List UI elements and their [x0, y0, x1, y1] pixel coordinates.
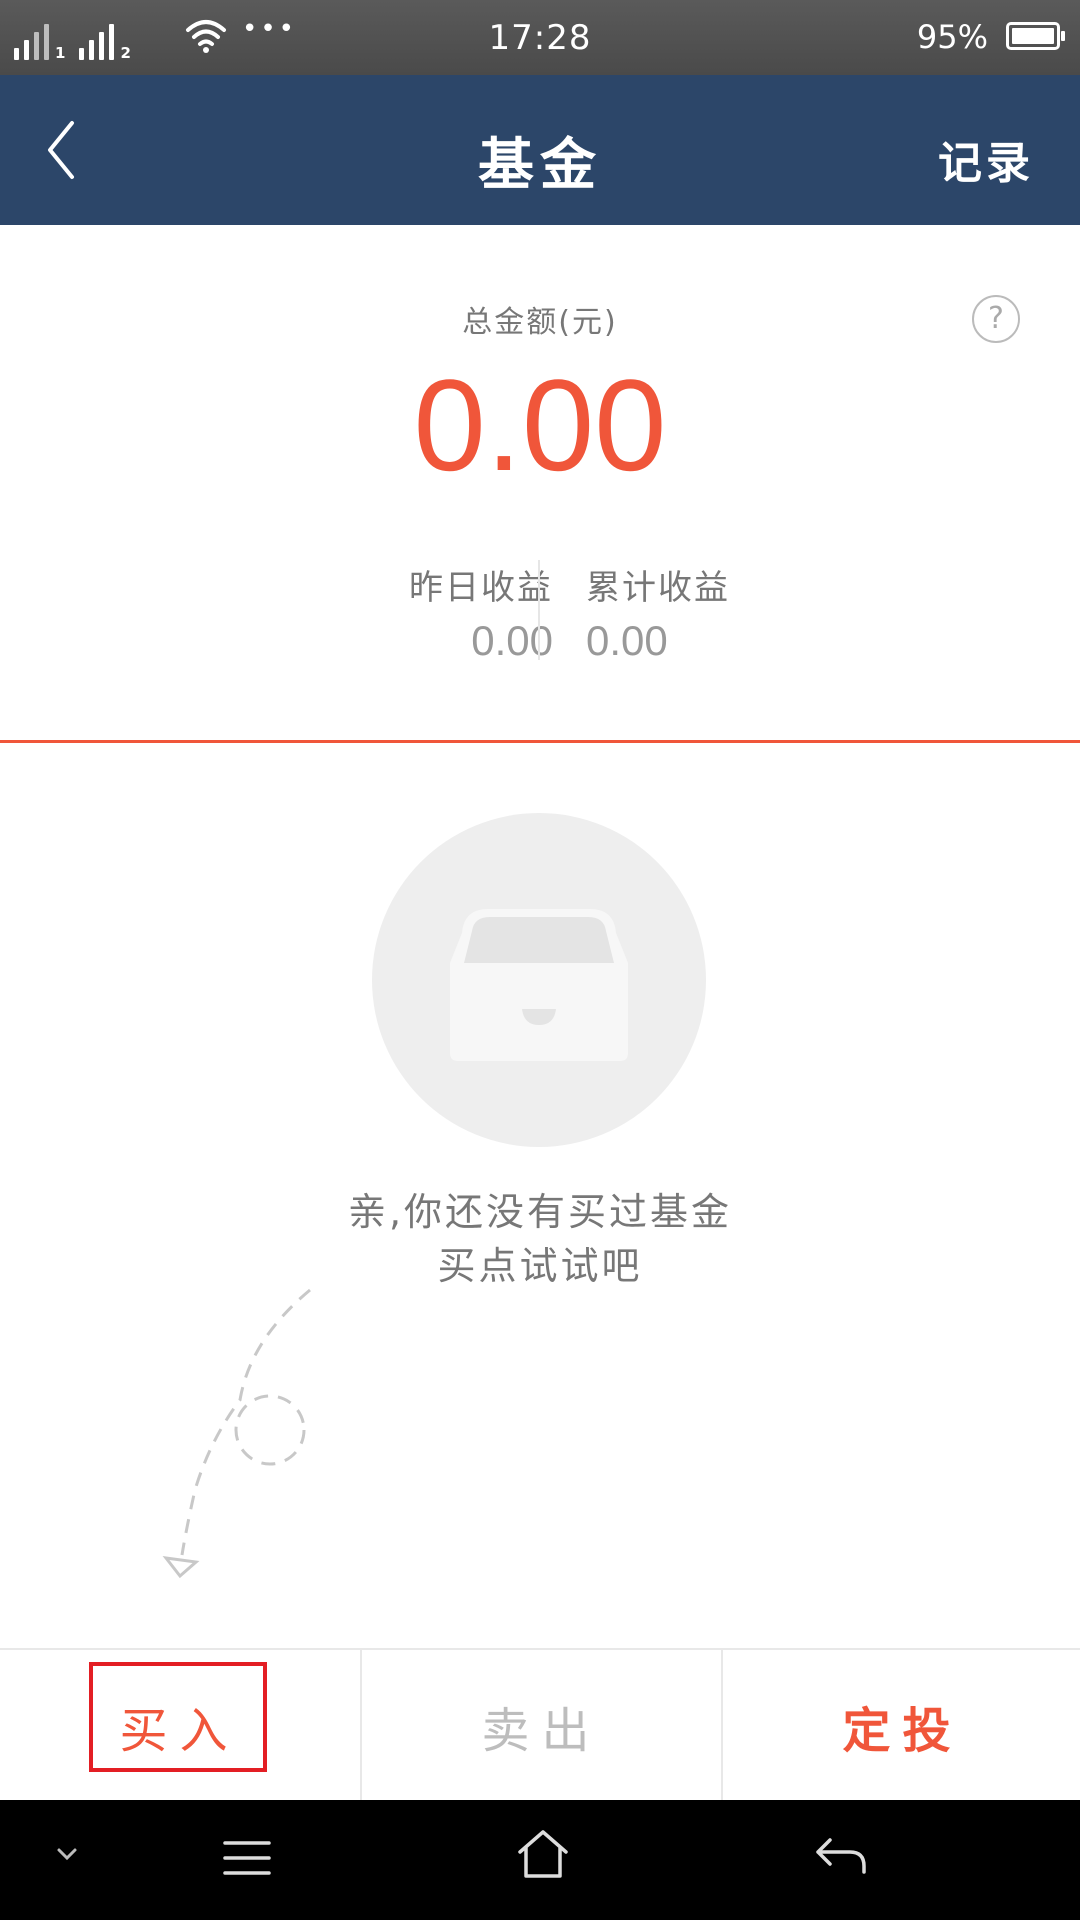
screen: 1 2 ••• 17:28 95% 基金 记录 总金额(元) ? 0.00 昨日…	[0, 0, 1080, 1920]
yesterday-earnings-label: 昨日收益	[409, 568, 553, 608]
auto-invest-button[interactable]: 定投	[721, 1650, 1080, 1802]
empty-drawer-icon	[372, 813, 706, 1147]
total-amount-label: 总金额(元)	[462, 305, 618, 340]
yesterday-earnings: 昨日收益 0.00	[333, 560, 553, 665]
dashed-arrow-icon	[162, 1288, 311, 1579]
battery-percent: 95%	[916, 18, 988, 56]
sell-button[interactable]: 卖出	[360, 1650, 721, 1802]
action-bar: 买入 卖出 定投	[0, 1648, 1080, 1802]
system-nav-bar	[0, 1800, 1080, 1920]
yesterday-earnings-value: 0.00	[471, 617, 553, 664]
battery-icon	[1006, 22, 1065, 50]
cumulative-earnings-value: 0.00	[586, 617, 668, 664]
empty-message: 亲,你还没有买过基金 买点试试吧	[0, 1185, 1080, 1293]
cumulative-earnings: 累计收益 0.00	[586, 560, 806, 665]
fund-summary: 总金额(元) ? 0.00 昨日收益 0.00 累计收益 0.00	[0, 225, 1080, 743]
buy-highlight-box	[89, 1662, 267, 1772]
help-icon[interactable]: ?	[972, 295, 1020, 343]
home-icon[interactable]	[516, 1828, 570, 1880]
sell-label: 卖出	[481, 1703, 602, 1759]
auto-invest-label: 定投	[842, 1703, 963, 1759]
menu-icon[interactable]	[222, 1838, 272, 1878]
record-button[interactable]: 记录	[938, 127, 1034, 191]
status-bar: 1 2 ••• 17:28 95%	[0, 0, 1080, 75]
total-amount-value: 0.00	[413, 352, 667, 498]
chevron-down-icon[interactable]	[52, 1844, 82, 1864]
nav-bar: 基金 记录	[0, 75, 1080, 225]
cumulative-earnings-label: 累计收益	[586, 568, 730, 608]
stat-divider	[538, 560, 540, 660]
empty-message-line1: 亲,你还没有买过基金	[347, 1190, 733, 1234]
back-icon[interactable]	[814, 1834, 868, 1878]
accent-divider	[0, 740, 1080, 743]
page-title: 基金	[478, 133, 602, 198]
